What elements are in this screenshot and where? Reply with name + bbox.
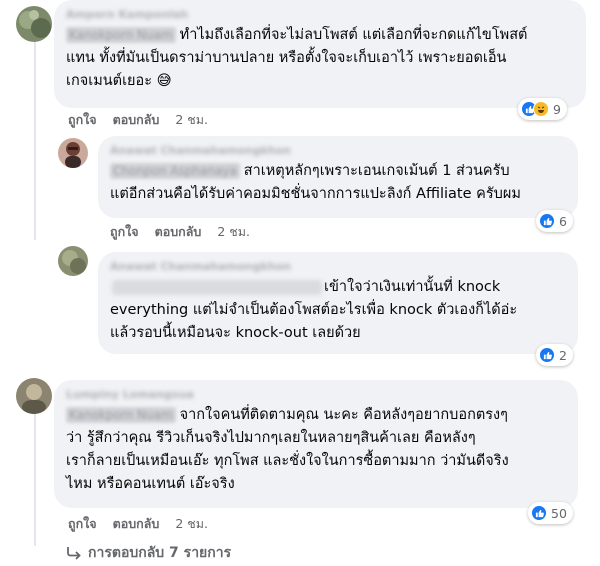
- comment-bubble: Lumpiny Lomangsua Kanokporn Nuam จากใจคนท…: [54, 380, 578, 508]
- reaction-summary[interactable]: 50: [528, 502, 573, 524]
- reply-button[interactable]: ตอบกลับ: [113, 516, 160, 531]
- comment-line: ไหม หรือคอนเทนต์ เอ๊ะจริง: [66, 476, 235, 492]
- comment-bubble: Anawat Chanmahamongkhon Chonpon Asphanay…: [98, 136, 578, 218]
- laughing-emoji-icon: [533, 101, 549, 117]
- mention-tag[interactable]: [112, 279, 322, 295]
- comment-line: แต่อีกส่วนคือได้รับค่าคอมมิชชั่นจากการแป…: [110, 186, 521, 202]
- avatar[interactable]: [16, 6, 52, 42]
- reaction-count: 9: [553, 101, 561, 117]
- comment-line: everything แต่ไม่จำเป็นต้องโพสต์อะไรเพื่…: [110, 302, 518, 318]
- thumbs-up-icon: [531, 505, 547, 521]
- avatar[interactable]: [58, 138, 88, 168]
- thread-line: [34, 38, 36, 160]
- comment-author[interactable]: Amporn Kamponlah: [66, 8, 574, 21]
- comment-author[interactable]: Lumpiny Lomangsua: [66, 388, 566, 401]
- comment-line: แล้วรอบนี้เหมือนจะ knock-out เลยด้วย: [110, 325, 361, 341]
- reaction-count: 6: [559, 213, 567, 229]
- comment-actions: ถูกใจ ตอบกลับ 2 ชม.: [110, 222, 266, 242]
- thumbs-up-icon: [539, 347, 555, 363]
- comment-line: เกจเมนต์เยอะ 😅: [66, 73, 172, 89]
- comment-timestamp[interactable]: 2 ชม.: [175, 112, 208, 127]
- comment-actions: ถูกใจ ตอบกลับ 2 ชม.: [68, 514, 224, 534]
- comment-line: เข้าใจว่าเงินเท่านั้นที่ knock: [324, 279, 501, 295]
- thumbs-up-icon: [539, 213, 555, 229]
- mention-tag[interactable]: Kanokporn Nuam: [66, 27, 176, 43]
- like-button[interactable]: ถูกใจ: [68, 112, 97, 127]
- comment-timestamp[interactable]: 2 ชม.: [217, 224, 250, 239]
- comment-text: เข้าใจว่าเงินเท่านั้นที่ knock everythin…: [110, 276, 566, 345]
- thread-line: [34, 160, 36, 240]
- reaction-count: 2: [559, 347, 567, 363]
- reply-button[interactable]: ตอบกลับ: [113, 112, 160, 127]
- mention-tag[interactable]: Kanokporn Nuam: [66, 407, 176, 423]
- like-button[interactable]: ถูกใจ: [68, 516, 97, 531]
- comment-line: ทำไมถึงเลือกที่จะไม่ลบโพสต์ แต่เลือกที่จ…: [179, 27, 528, 43]
- like-button[interactable]: ถูกใจ: [110, 224, 139, 239]
- comment-author[interactable]: Anawat Chanmahamongkhon: [110, 144, 566, 157]
- reaction-summary[interactable]: 9: [518, 98, 567, 120]
- view-replies-link[interactable]: การตอบกลับ 7 รายการ: [66, 542, 231, 564]
- view-replies-label: การตอบกลับ 7 รายการ: [88, 545, 232, 561]
- comment-timestamp[interactable]: 2 ชม.: [175, 516, 208, 531]
- reaction-summary[interactable]: 2: [536, 344, 573, 366]
- avatar[interactable]: [58, 246, 88, 276]
- comment-line: จากใจคนที่ติดตามคุณ นะคะ คือหลังๆอยากบอก…: [179, 407, 508, 423]
- reaction-count: 50: [551, 505, 567, 521]
- comment-line: แทน ทั้งที่มันเป็นดราม่าบานปลาย หรือตั้ง…: [66, 50, 507, 66]
- comment-bubble: Anawat Chanmahamongkhon เข้าใจว่าเงินเท่…: [98, 252, 578, 354]
- comment-line: ว่า รู้สึกว่าคุณ รีวิวเก็นจริงไปมากๆเลยใ…: [66, 430, 476, 446]
- comment-author[interactable]: Anawat Chanmahamongkhon: [110, 260, 566, 273]
- comment-bubble: Amporn Kamponlah Kanokporn Nuam ทำไมถึงเล…: [54, 0, 586, 108]
- avatar[interactable]: [16, 378, 52, 414]
- reaction-summary[interactable]: 6: [536, 210, 573, 232]
- thread-line: [34, 400, 36, 546]
- reply-button[interactable]: ตอบกลับ: [155, 224, 202, 239]
- comment-text: Kanokporn Nuam ทำไมถึงเลือกที่จะไม่ลบโพสต…: [66, 24, 574, 93]
- comment-text: Kanokporn Nuam จากใจคนที่ติดตามคุณ นะคะ ค…: [66, 404, 566, 496]
- comment-line: สาเหตุหลักๆเพราะเอนเกจเม้นต์ 1 ส่วนครับ: [243, 163, 510, 179]
- comment-line: เราก็ลายเป็นเหมือนเอ๊ะ ทุกโพส และชั่งใจใ…: [66, 453, 509, 469]
- mention-tag[interactable]: Chonpon Asphanaya: [110, 163, 240, 179]
- comment-text: Chonpon Asphanaya สาเหตุหลักๆเพราะเอนเกจเ…: [110, 160, 566, 206]
- comment-actions: ถูกใจ ตอบกลับ 2 ชม.: [68, 110, 224, 130]
- reply-arrow-icon: [67, 547, 81, 560]
